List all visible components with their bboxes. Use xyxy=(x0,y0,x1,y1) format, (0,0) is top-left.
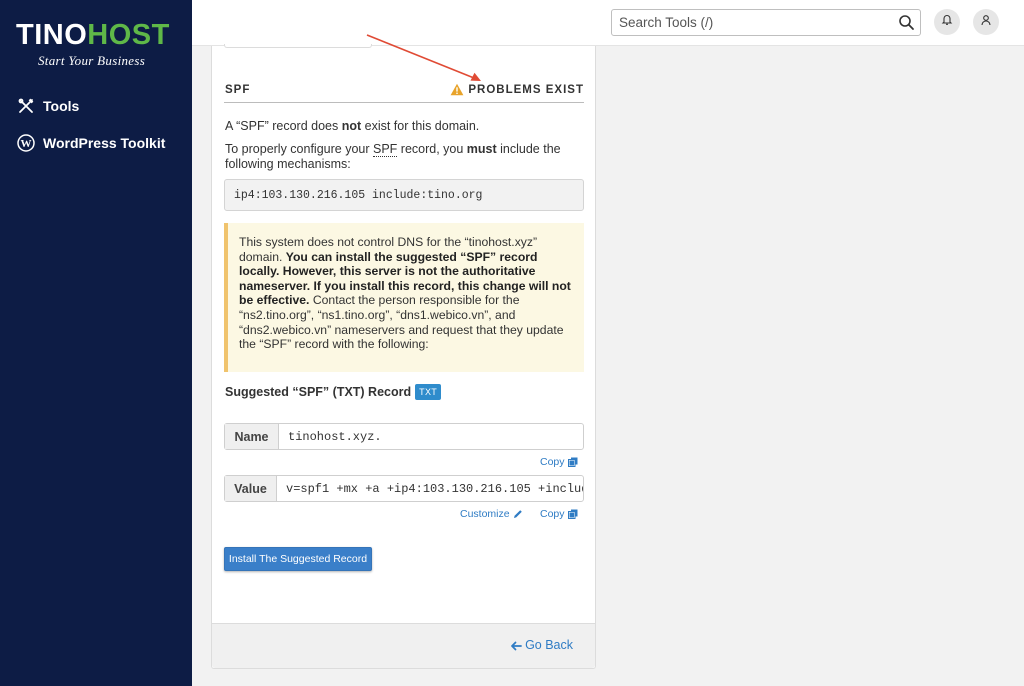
spf-panel: SPF PROBLEMS EXIST A “SPF” record does n… xyxy=(211,44,596,669)
suggested-record-label: Suggested “SPF” (TXT) Record xyxy=(225,385,412,399)
spf-abbreviation: SPF xyxy=(373,142,398,157)
customize-link[interactable]: Customize xyxy=(460,508,523,520)
search-box xyxy=(611,9,921,36)
customize-label: Customize xyxy=(460,508,510,520)
sidebar-item-tools[interactable]: Tools xyxy=(0,92,192,120)
sidebar: TINOHOST Start Your Business Tools W Wor… xyxy=(0,0,192,686)
sidebar-nav: Tools W WordPress Toolkit xyxy=(0,92,192,166)
copy-label: Copy xyxy=(540,456,565,468)
section-status: PROBLEMS EXIST xyxy=(450,83,584,96)
text-emphasis: not xyxy=(341,119,362,133)
mechanisms-code: ip4:103.130.216.105 include:tino.org xyxy=(224,179,584,211)
sidebar-item-label: WordPress Toolkit xyxy=(43,135,166,151)
name-label: Name xyxy=(225,424,279,449)
configure-instructions: To properly configure your SPF record, y… xyxy=(225,142,565,171)
search-icon[interactable] xyxy=(898,14,915,31)
copy-label: Copy xyxy=(540,508,565,520)
install-suggested-record-button[interactable]: Install The Suggested Record xyxy=(224,547,372,571)
text-segment: record, you xyxy=(397,142,467,156)
text-segment: exist for this domain. xyxy=(361,119,480,133)
arrow-left-icon xyxy=(510,640,522,651)
brand-name-part2: HOST xyxy=(87,19,170,51)
search-input[interactable] xyxy=(612,10,892,35)
brand-name-part1: TINO xyxy=(16,19,88,51)
name-value[interactable]: tinohost.xyz. xyxy=(279,424,583,449)
panel-footer: Go Back xyxy=(212,623,595,668)
copy-name-link[interactable]: Copy xyxy=(540,456,578,468)
user-icon xyxy=(980,13,992,31)
text-segment: To properly configure your xyxy=(225,142,373,156)
copy-icon xyxy=(567,457,578,467)
copy-icon xyxy=(567,509,578,519)
suggested-record-heading: Suggested “SPF” (TXT) Record TXT xyxy=(225,384,442,400)
name-field: Name tinohost.xyz. xyxy=(224,423,584,450)
text-segment: A “SPF” record does xyxy=(225,119,342,133)
notifications-button[interactable] xyxy=(934,9,960,35)
go-back-link[interactable]: Go Back xyxy=(510,638,573,652)
section-header: SPF PROBLEMS EXIST xyxy=(224,83,584,103)
pencil-icon xyxy=(513,509,523,519)
copy-value-link[interactable]: Copy xyxy=(540,508,578,520)
dns-warning-notice: This system does not control DNS for the… xyxy=(224,223,584,372)
top-bar xyxy=(192,0,1024,46)
svg-text:W: W xyxy=(21,138,32,150)
brand-name: TINOHOST xyxy=(16,18,176,52)
section-status-label: PROBLEMS EXIST xyxy=(468,83,584,96)
go-back-label: Go Back xyxy=(525,638,573,652)
value-value[interactable]: v=spf1 +mx +a +ip4:103.130.216.105 +incl… xyxy=(277,476,583,501)
spf-missing-text: A “SPF” record does not exist for this d… xyxy=(225,119,585,134)
sidebar-item-wordpress-toolkit[interactable]: W WordPress Toolkit xyxy=(0,129,192,157)
value-label: Value xyxy=(225,476,277,501)
brand-tagline: Start Your Business xyxy=(38,53,146,68)
text-emphasis: must xyxy=(466,142,497,156)
warning-icon xyxy=(450,83,464,96)
value-field: Value v=spf1 +mx +a +ip4:103.130.216.105… xyxy=(224,475,584,502)
user-menu-button[interactable] xyxy=(973,9,999,35)
section-title: SPF xyxy=(225,84,251,96)
record-type-badge: TXT xyxy=(415,384,442,400)
brand-logo[interactable]: TINOHOST Start Your Business xyxy=(16,18,176,69)
wordpress-icon: W xyxy=(17,134,35,152)
previous-section-stub xyxy=(224,44,372,48)
sidebar-item-label: Tools xyxy=(43,98,80,114)
tools-icon xyxy=(17,97,35,115)
bell-icon xyxy=(941,13,953,31)
